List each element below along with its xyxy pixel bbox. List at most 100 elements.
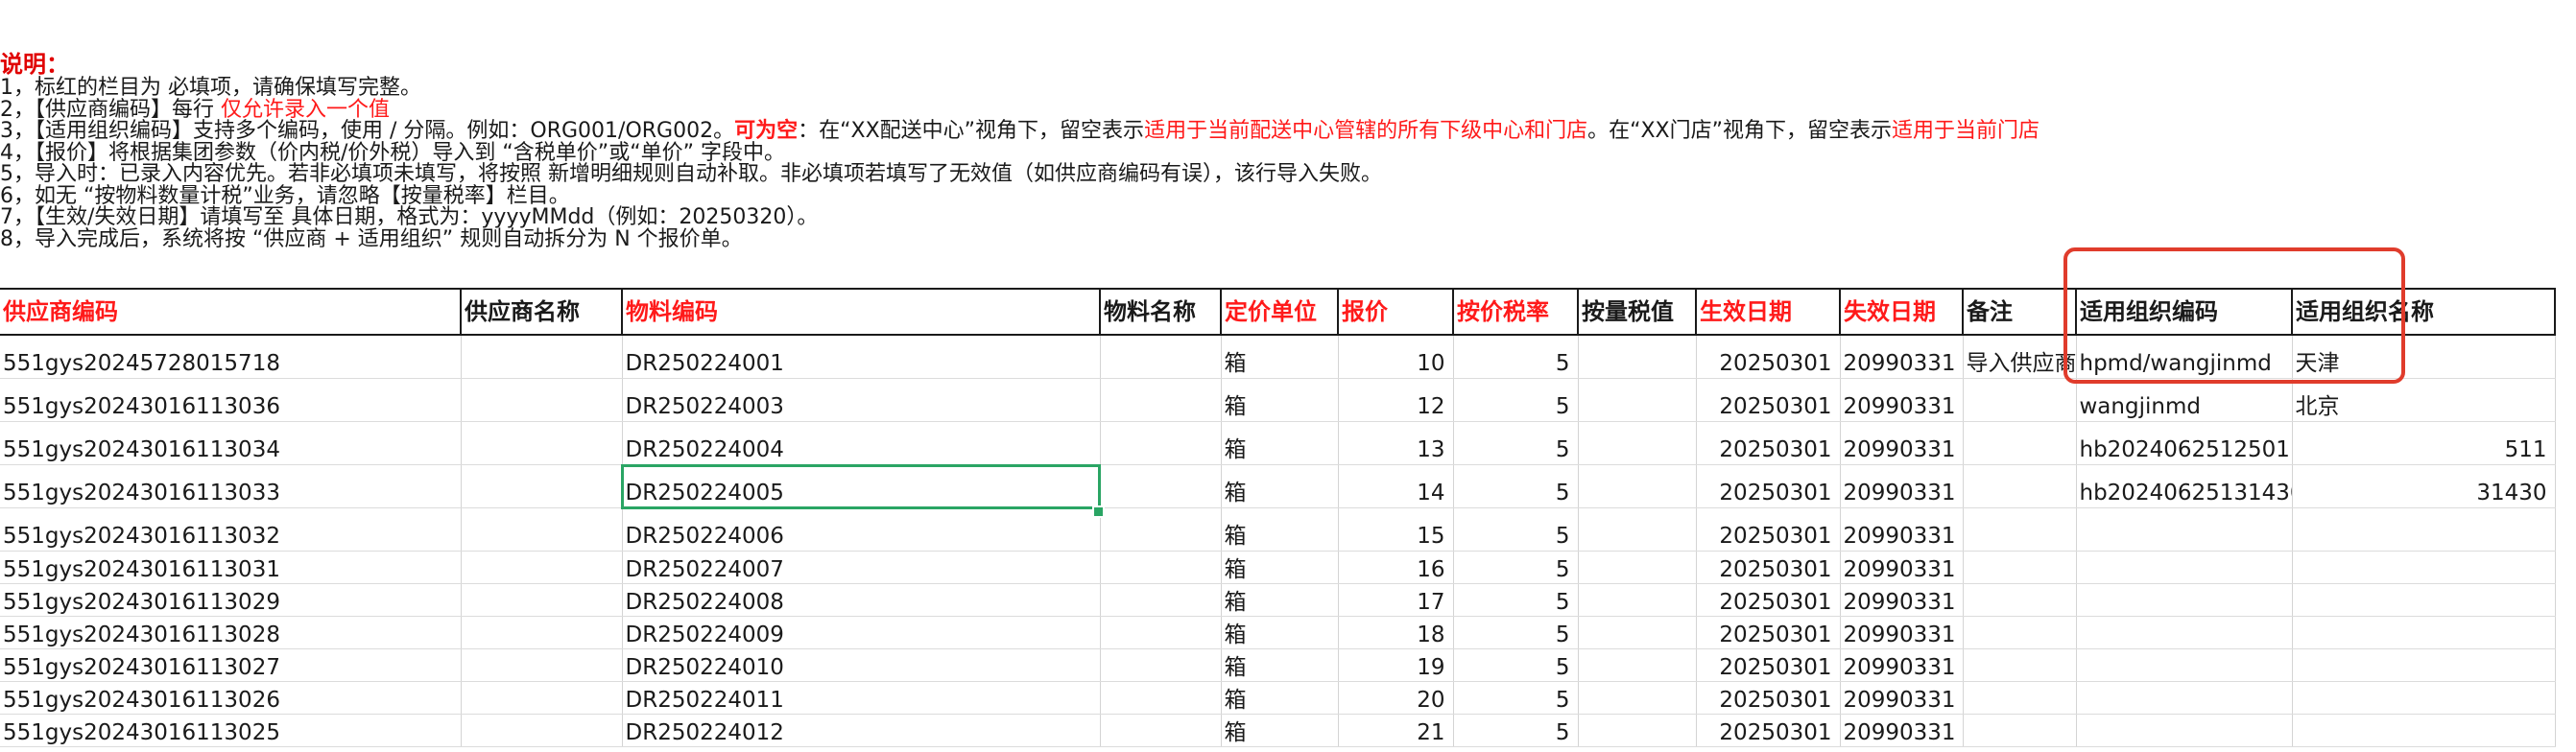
cell-org-name[interactable] <box>2292 551 2556 584</box>
cell-effective-date[interactable]: 20250301 <box>1696 616 1841 649</box>
cell-expiry-date[interactable]: 20990331 <box>1840 378 1964 422</box>
cell-pricing-unit[interactable]: 箱 <box>1221 464 1339 508</box>
cell-supplier-code[interactable]: 551gys20243016113029 <box>0 583 462 617</box>
cell-quantity-tax[interactable] <box>1578 648 1697 682</box>
cell-expiry-date[interactable]: 20990331 <box>1840 583 1964 617</box>
cell-effective-date[interactable]: 20250301 <box>1696 507 1841 552</box>
cell-remark[interactable] <box>1963 464 2077 508</box>
header-cell-quantity-tax[interactable]: 按量税值 <box>1578 288 1697 336</box>
header-cell-remark[interactable]: 备注 <box>1963 288 2077 336</box>
cell-expiry-date[interactable]: 20990331 <box>1840 335 1964 379</box>
cell-org-name[interactable] <box>2292 648 2556 682</box>
cell-supplier-name[interactable] <box>461 378 623 422</box>
cell-org-code[interactable]: hb20240625125011 <box>2076 421 2293 465</box>
cell-expiry-date[interactable]: 20990331 <box>1840 714 1964 747</box>
cell-pricing-unit[interactable]: 箱 <box>1221 421 1339 465</box>
cell-material-code[interactable]: DR250224008 <box>622 583 1101 617</box>
cell-pricing-unit[interactable]: 箱 <box>1221 551 1339 584</box>
cell-expiry-date[interactable]: 20990331 <box>1840 551 1964 584</box>
cell-expiry-date[interactable]: 20990331 <box>1840 681 1964 715</box>
cell-quantity-tax[interactable] <box>1578 616 1697 649</box>
cell-org-code[interactable] <box>2076 681 2293 715</box>
cell-quote[interactable]: 17 <box>1338 583 1454 617</box>
cell-remark[interactable] <box>1963 681 2077 715</box>
cell-supplier-name[interactable] <box>461 551 623 584</box>
cell-quantity-tax[interactable] <box>1578 335 1697 379</box>
header-cell-org-name[interactable]: 适用组织名称 <box>2292 288 2556 336</box>
cell-pricing-unit[interactable]: 箱 <box>1221 681 1339 715</box>
cell-quote[interactable]: 15 <box>1338 507 1454 552</box>
cell-org-name[interactable]: 北京 <box>2292 378 2556 422</box>
cell-org-code[interactable]: hpmd/wangjinmd <box>2076 335 2293 379</box>
cell-material-name[interactable] <box>1100 335 1222 379</box>
cell-expiry-date[interactable]: 20990331 <box>1840 421 1964 465</box>
cell-price-tax-rate[interactable]: 5 <box>1453 583 1579 617</box>
cell-quote[interactable]: 13 <box>1338 421 1454 465</box>
cell-quote[interactable]: 12 <box>1338 378 1454 422</box>
cell-supplier-name[interactable] <box>461 464 623 508</box>
cell-quote[interactable]: 16 <box>1338 551 1454 584</box>
header-cell-material-code[interactable]: 物料编码 <box>622 288 1101 336</box>
cell-effective-date[interactable]: 20250301 <box>1696 335 1841 379</box>
cell-price-tax-rate[interactable]: 5 <box>1453 421 1579 465</box>
cell-material-code[interactable]: DR250224012 <box>622 714 1101 747</box>
cell-supplier-code[interactable]: 551gys20243016113027 <box>0 648 462 682</box>
cell-quote[interactable]: 21 <box>1338 714 1454 747</box>
cell-material-code[interactable]: DR250224010 <box>622 648 1101 682</box>
cell-org-name[interactable]: 31430 <box>2292 464 2556 508</box>
cell-price-tax-rate[interactable]: 5 <box>1453 335 1579 379</box>
cell-remark[interactable] <box>1963 714 2077 747</box>
cell-supplier-code[interactable]: 551gys20243016113025 <box>0 714 462 747</box>
cell-remark[interactable] <box>1963 551 2077 584</box>
cell-price-tax-rate[interactable]: 5 <box>1453 681 1579 715</box>
cell-supplier-code[interactable]: 551gys20243016113032 <box>0 507 462 552</box>
cell-pricing-unit[interactable]: 箱 <box>1221 714 1339 747</box>
cell-material-code[interactable]: DR250224004 <box>622 421 1101 465</box>
cell-pricing-unit[interactable]: 箱 <box>1221 583 1339 617</box>
cell-material-code[interactable]: DR250224009 <box>622 616 1101 649</box>
selection-fill-handle[interactable] <box>1092 505 1105 518</box>
cell-price-tax-rate[interactable]: 5 <box>1453 648 1579 682</box>
cell-material-code[interactable]: DR250224001 <box>622 335 1101 379</box>
header-cell-org-code[interactable]: 适用组织编码 <box>2076 288 2293 336</box>
cell-org-name[interactable]: 511 <box>2292 421 2556 465</box>
cell-material-name[interactable] <box>1100 378 1222 422</box>
header-cell-quote[interactable]: 报价 <box>1338 288 1454 336</box>
cell-supplier-name[interactable] <box>461 681 623 715</box>
cell-quote[interactable]: 18 <box>1338 616 1454 649</box>
cell-supplier-name[interactable] <box>461 421 623 465</box>
cell-org-name[interactable] <box>2292 583 2556 617</box>
cell-remark[interactable] <box>1963 507 2077 552</box>
cell-material-name[interactable] <box>1100 714 1222 747</box>
cell-price-tax-rate[interactable]: 5 <box>1453 464 1579 508</box>
cell-price-tax-rate[interactable]: 5 <box>1453 551 1579 584</box>
cell-org-code[interactable] <box>2076 616 2293 649</box>
cell-effective-date[interactable]: 20250301 <box>1696 551 1841 584</box>
cell-material-name[interactable] <box>1100 583 1222 617</box>
cell-quantity-tax[interactable] <box>1578 378 1697 422</box>
cell-effective-date[interactable]: 20250301 <box>1696 421 1841 465</box>
cell-remark[interactable]: 导入供应商 <box>1963 335 2077 379</box>
cell-pricing-unit[interactable]: 箱 <box>1221 616 1339 649</box>
cell-remark[interactable] <box>1963 378 2077 422</box>
cell-quote[interactable]: 19 <box>1338 648 1454 682</box>
cell-quantity-tax[interactable] <box>1578 551 1697 584</box>
cell-supplier-code[interactable]: 551gys20243016113026 <box>0 681 462 715</box>
cell-expiry-date[interactable]: 20990331 <box>1840 648 1964 682</box>
cell-supplier-name[interactable] <box>461 335 623 379</box>
cell-supplier-code[interactable]: 551gys20243016113033 <box>0 464 462 508</box>
cell-quote[interactable]: 20 <box>1338 681 1454 715</box>
cell-material-code[interactable]: DR250224006 <box>622 507 1101 552</box>
cell-expiry-date[interactable]: 20990331 <box>1840 507 1964 552</box>
cell-org-code[interactable] <box>2076 648 2293 682</box>
cell-material-code[interactable]: DR250224003 <box>622 378 1101 422</box>
cell-org-code[interactable] <box>2076 714 2293 747</box>
cell-supplier-name[interactable] <box>461 714 623 747</box>
header-cell-price-tax-rate[interactable]: 按价税率 <box>1453 288 1579 336</box>
cell-remark[interactable] <box>1963 421 2077 465</box>
cell-org-name[interactable] <box>2292 714 2556 747</box>
cell-remark[interactable] <box>1963 616 2077 649</box>
cell-quantity-tax[interactable] <box>1578 714 1697 747</box>
cell-supplier-code[interactable]: 551gys20243016113031 <box>0 551 462 584</box>
cell-pricing-unit[interactable]: 箱 <box>1221 335 1339 379</box>
